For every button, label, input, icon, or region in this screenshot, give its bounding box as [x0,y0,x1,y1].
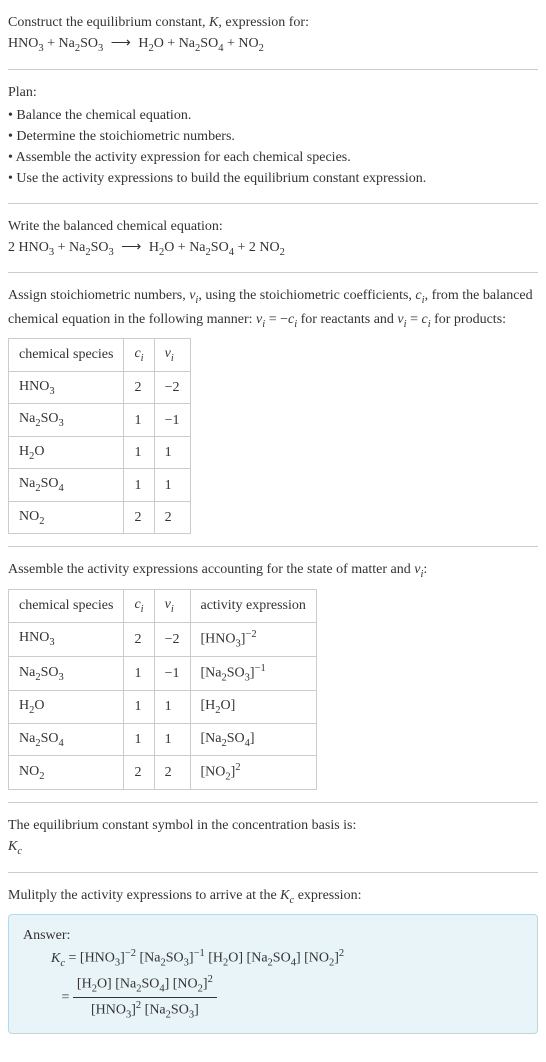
cell: −1 [154,656,190,690]
col-ci: ci [124,590,154,623]
plan-list: Balance the chemical equation. Determine… [8,105,538,189]
table-row: H2O11[H2O] [9,690,317,723]
table-row: Na2SO31−1[Na2SO3]−1 [9,656,317,690]
cell: 2 [124,371,154,404]
activity-table: chemical species ci νi activity expressi… [8,589,317,790]
plan-item: Use the activity expressions to build th… [8,168,538,189]
table-row: Na2SO31−1 [9,404,191,437]
cell: H2O [9,436,124,469]
cell: [Na2SO3]−1 [190,656,316,690]
answer-box: Answer: Kc = [HNO3]−2 [Na2SO3]−1 [H2O] [… [8,914,538,1034]
cell: 1 [124,469,154,502]
table-row: NO222[NO2]2 [9,756,317,790]
cell: −1 [154,404,190,437]
intro-text: Construct the equilibrium constant, K, e… [8,12,538,33]
cell: 1 [154,690,190,723]
table-header-row: chemical species ci νi [9,339,191,372]
answer-label: Answer: [23,925,523,946]
cell: H2O [9,690,124,723]
cell: 1 [124,723,154,756]
cell: NO2 [9,501,124,534]
balanced-heading: Write the balanced chemical equation: [8,216,538,237]
col-ci: ci [124,339,154,372]
stoich-table: chemical species ci νi HNO32−2 Na2SO31−1… [8,338,191,534]
plan-heading: Plan: [8,82,538,103]
cell: −2 [154,371,190,404]
multiply-section: Mulitply the activity expressions to arr… [8,881,538,1046]
cell: [HNO3]−2 [190,622,316,656]
balanced-section: Write the balanced chemical equation: 2 … [8,212,538,274]
intro-section: Construct the equilibrium constant, K, e… [8,8,538,70]
numerator: [H2O] [Na2SO4] [NO2]2 [73,972,217,998]
cell: NO2 [9,756,124,790]
plan-item: Balance the chemical equation. [8,105,538,126]
col-vi: νi [154,339,190,372]
fraction: [H2O] [Na2SO4] [NO2]2 [HNO3]2 [Na2SO3] [73,972,217,1023]
cell: HNO3 [9,371,124,404]
cell: 1 [154,469,190,502]
table-row: HNO32−2[HNO3]−2 [9,622,317,656]
activity-section: Assemble the activity expressions accoun… [8,555,538,803]
plan-item: Assemble the activity expression for eac… [8,147,538,168]
col-activity: activity expression [190,590,316,623]
cell: 2 [154,756,190,790]
table-row: HNO32−2 [9,371,191,404]
cell: 1 [154,723,190,756]
table-header-row: chemical species ci νi activity expressi… [9,590,317,623]
col-species: chemical species [9,339,124,372]
cell: HNO3 [9,622,124,656]
cell: 1 [124,436,154,469]
cell: Na2SO4 [9,723,124,756]
plan-item: Determine the stoichiometric numbers. [8,126,538,147]
col-species: chemical species [9,590,124,623]
cell: Na2SO4 [9,469,124,502]
col-vi: νi [154,590,190,623]
answer-expression: Kc = [HNO3]−2 [Na2SO3]−1 [H2O] [Na2SO4] … [51,946,523,1023]
cell: [NO2]2 [190,756,316,790]
table-row: Na2SO411[Na2SO4] [9,723,317,756]
cell: Na2SO3 [9,656,124,690]
cell: Na2SO3 [9,404,124,437]
multiply-heading: Mulitply the activity expressions to arr… [8,885,538,909]
table-row: Na2SO411 [9,469,191,502]
symbol-kc: Kc [8,836,538,860]
table-row: H2O11 [9,436,191,469]
cell: 2 [124,501,154,534]
cell: 2 [124,756,154,790]
cell: 2 [154,501,190,534]
cell: −2 [154,622,190,656]
intro-equation: HNO3 + Na2SO3 ⟶ H2O + Na2SO4 + NO2 [8,33,538,57]
cell: 1 [124,690,154,723]
balanced-equation: 2 HNO3 + Na2SO3 ⟶ H2O + Na2SO4 + 2 NO2 [8,237,538,261]
symbol-text: The equilibrium constant symbol in the c… [8,815,538,836]
activity-heading: Assemble the activity expressions accoun… [8,559,538,583]
cell: 1 [124,404,154,437]
cell: 1 [124,656,154,690]
cell: [Na2SO4] [190,723,316,756]
cell: [H2O] [190,690,316,723]
table-row: NO222 [9,501,191,534]
stoich-section: Assign stoichiometric numbers, νi, using… [8,281,538,547]
cell: 1 [154,436,190,469]
symbol-section: The equilibrium constant symbol in the c… [8,811,538,873]
plan-section: Plan: Balance the chemical equation. Det… [8,78,538,204]
stoich-heading: Assign stoichiometric numbers, νi, using… [8,285,538,332]
denominator: [HNO3]2 [Na2SO3] [73,998,217,1023]
cell: 2 [124,622,154,656]
